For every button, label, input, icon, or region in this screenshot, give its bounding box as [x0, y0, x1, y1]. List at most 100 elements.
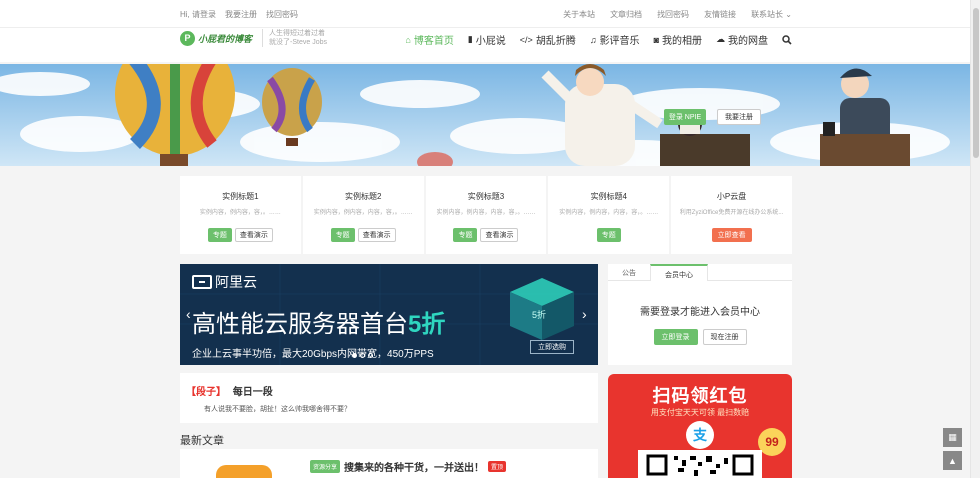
feature-card: 实例标题3 实例内容，例内容，内容，容，。…… 专题 查看演示 — [425, 176, 547, 254]
sidebar-register-button[interactable]: 现在注册 — [702, 329, 747, 345]
top-bar: Hi, 请登录 我要注册 找回密码 关于本站 文章归档 找回密码 友情链接 联系… — [0, 0, 970, 28]
card-topic-button[interactable]: 专题 — [207, 228, 232, 242]
site-header: P 小屁君的博客 人生得短过着过着 就没了-Steve Jobs ⌂ 博客首页 … — [0, 28, 970, 62]
card-desc: 实例内容，例内容，容，。…… — [199, 210, 281, 216]
contact-dropdown[interactable]: 联系站长 ⌄ — [751, 9, 792, 20]
card-demo-button[interactable]: 查看演示 — [357, 228, 396, 242]
card-topic-button[interactable]: 专题 — [596, 228, 621, 242]
red-packet-title: 扫码领红包 — [652, 386, 748, 406]
alipay-icon: 支 — [686, 421, 714, 449]
red-packet-ad[interactable]: 扫码领红包 用支付宝天天可领 最扫数赔 支 99 — [608, 374, 792, 478]
banner-register-button[interactable]: 我要注册 — [717, 109, 761, 125]
site-slogan: 人生得短过着过着 就没了-Steve Jobs — [262, 29, 327, 47]
card-demo-button[interactable]: 查看演示 — [480, 228, 519, 242]
card-title: 小P云盘 — [716, 192, 747, 201]
ad-carousel[interactable]: 阿里云 高性能云服务器首台5折 企业上云事半功倍，最大20Gbps内网带宽，45… — [180, 264, 598, 365]
top-bar-account-links: Hi, 请登录 我要注册 找回密码 — [180, 9, 298, 20]
nav-item-label: 我的相册 — [662, 36, 702, 47]
tab-member-center[interactable]: 会员中心 — [650, 264, 708, 281]
camera-icon: ◙ — [653, 34, 659, 45]
red-packet-subtitle: 用支付宝天天可领 最扫数赔 — [650, 408, 750, 417]
nav-item-talk[interactable]: ▮ 小屁说 — [468, 32, 506, 47]
site-logo[interactable]: P 小屁君的博客 人生得短过着过着 就没了-Steve Jobs — [180, 29, 327, 47]
feature-card-netdisk: 小P云盘 利用ZyziOffice免费开源在线办公系统... 立即查看 — [671, 176, 792, 254]
hero-banner: 登录 NPIE 我要注册 — [0, 64, 970, 166]
card-desc: 实例内容，例内容，内容，容，。…… — [436, 210, 536, 216]
joke-title: 每日一段 — [232, 387, 273, 398]
aliyun-logo-icon — [192, 275, 212, 289]
ad-brand: 阿里云 — [192, 272, 257, 292]
card-demo-button[interactable]: 查看演示 — [234, 228, 273, 242]
scrollbar-thumb[interactable] — [973, 8, 979, 158]
carousel-prev-icon[interactable]: ‹ — [186, 306, 191, 322]
login-prompt: 需要登录才能进入会员中心 — [640, 307, 760, 318]
ad-cta-button[interactable]: 立即选购 — [530, 340, 574, 354]
article-category-badge[interactable]: 资源分享 — [310, 460, 341, 473]
feature-card: 实例标题2 实例内容，例内容，内容，容，。…… 专题 查看演示 — [302, 176, 424, 254]
carousel-dot[interactable] — [360, 353, 365, 358]
sidebar-member-panel: 公告 会员中心 需要登录才能进入会员中心 立即登录 现在注册 — [608, 264, 792, 365]
ad-brand-text: 阿里云 — [215, 274, 257, 290]
card-title: 实例标题1 — [222, 192, 259, 201]
tab-notice[interactable]: 公告 — [608, 264, 650, 280]
code-icon: </> — [519, 34, 533, 45]
latest-articles-heading: 最新文章 — [180, 435, 224, 447]
feature-cards: 实例标题1 实例内容，例内容，容，。…… 专题 查看演示 实例标题2 实例内容，… — [180, 176, 792, 254]
red-packet-amount-badge: 99 — [758, 428, 786, 456]
nav-item-label: 小屁说 — [475, 36, 506, 47]
cloud-icon: ☁ — [716, 34, 725, 44]
register-link[interactable]: 我要注册 — [225, 9, 257, 20]
page-scrollbar[interactable] — [970, 0, 980, 478]
nav-item-tinker[interactable]: </> 胡乱折腾 — [519, 32, 576, 48]
top-bar-site-links: 关于本站 文章归档 找回密码 友情链接 联系站长 ⌄ — [563, 9, 792, 20]
friend-links-link[interactable]: 友情链接 — [704, 9, 736, 20]
main-nav: ⌂ 博客首页 ▮ 小屁说 </> 胡乱折腾 ♫ 影评音乐 ◙ 我的相册 ☁ 我的… — [405, 32, 792, 47]
nav-item-netdisk[interactable]: ☁ 我的网盘 — [716, 32, 768, 47]
card-view-now-button[interactable]: 立即查看 — [711, 228, 752, 242]
login-link[interactable]: Hi, 请登录 — [180, 9, 216, 20]
nav-item-movie-music[interactable]: ♫ 影评音乐 — [590, 32, 640, 48]
ad-subline: 企业上云事半功倍，最大20Gbps内网带宽，450万PPS — [192, 349, 434, 360]
card-desc: 利用ZyziOffice免费开源在线办公系统... — [679, 210, 784, 216]
nav-item-label: 影评音乐 — [599, 36, 640, 47]
find-password-link-right[interactable]: 找回密码 — [657, 9, 689, 20]
slogan-line-2: 就没了-Steve Jobs — [269, 39, 327, 46]
article-title[interactable]: 搜集来的各种干货，一并送出！ — [344, 459, 484, 474]
sidebar-login-button[interactable]: 立即登录 — [653, 329, 698, 345]
article-item[interactable]: 资源分享 搜集来的各种干货，一并送出！ 置顶 — [180, 449, 598, 478]
qr-code-graphic — [646, 454, 754, 476]
ad-highlight: 5折 — [408, 311, 446, 338]
carousel-dot[interactable] — [352, 353, 357, 358]
logo-mark-icon: P — [180, 30, 195, 46]
float-back-to-top-button[interactable]: ▲ — [943, 451, 962, 470]
ad-badge: 5折 — [532, 310, 547, 320]
card-desc: 实例内容，例内容，内容，容，。…… — [559, 210, 659, 216]
float-qr-button[interactable]: ▦ — [943, 428, 962, 447]
find-password-link[interactable]: 找回密码 — [266, 9, 298, 20]
search-icon — [782, 34, 792, 45]
feature-card: 实例标题1 实例内容，例内容，容，。…… 专题 查看演示 — [180, 176, 301, 254]
card-desc: 实例内容，例内容，内容，容，。…… — [313, 210, 413, 216]
carousel-dot[interactable] — [368, 353, 373, 358]
card-topic-button[interactable]: 专题 — [330, 228, 355, 242]
joke-tag: 【段子】 — [186, 387, 226, 398]
daily-joke: 【段子】 每日一段 有人说我不要脸，胡扯！这么帅我哪舍得不要？ — [180, 373, 598, 423]
joke-text: 有人说我不要脸，胡扯！这么帅我哪舍得不要？ — [204, 406, 351, 413]
archive-link[interactable]: 文章归档 — [610, 9, 642, 20]
nav-item-label: 我的网盘 — [728, 36, 768, 47]
nav-item-home[interactable]: ⌂ 博客首页 — [405, 32, 454, 48]
logo-text: 小屁君的博客 — [198, 33, 253, 44]
card-title: 实例标题3 — [467, 192, 505, 201]
card-topic-button[interactable]: 专题 — [453, 228, 478, 242]
qr-code — [638, 450, 762, 478]
nav-item-label: 胡乱折腾 — [535, 36, 576, 47]
banner-login-button[interactable]: 登录 NPIE — [664, 109, 706, 125]
card-title: 实例标题4 — [590, 192, 628, 201]
carousel-next-icon[interactable]: › — [582, 306, 587, 322]
nav-search-button[interactable] — [782, 32, 792, 47]
card-title: 实例标题2 — [344, 192, 382, 201]
about-link[interactable]: 关于本站 — [563, 9, 595, 20]
nav-item-label: 博客首页 — [413, 36, 454, 47]
article-thumbnail[interactable] — [216, 465, 272, 478]
nav-item-album[interactable]: ◙ 我的相册 — [653, 32, 702, 48]
